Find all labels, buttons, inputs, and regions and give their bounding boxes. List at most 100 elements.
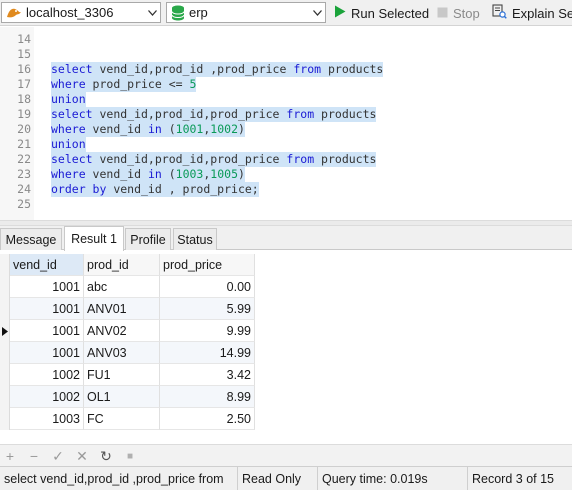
sql-keyword: from — [286, 107, 315, 121]
code-text: select vend_id,prod_id,prod_price from p… — [51, 107, 377, 122]
stop-icon — [437, 6, 448, 21]
editor-line[interactable]: 24 order by vend_id , prod_price; — [0, 182, 572, 197]
cell-prod-price[interactable]: 8.99 — [160, 386, 255, 408]
sql-identifier: products — [321, 62, 384, 76]
sql-identifier: vend_id,prod_id ,prod_price — [92, 62, 294, 76]
delete-row-icon[interactable]: − — [26, 448, 42, 464]
cell-prod-price[interactable]: 3.42 — [160, 364, 255, 386]
editor-line[interactable]: 16 select vend_id,prod_id ,prod_price fro… — [0, 62, 572, 77]
line-number: 20 — [17, 122, 31, 136]
tab-label: Result 1 — [71, 232, 117, 246]
editor-line[interactable]: 15 — [0, 47, 572, 62]
play-icon — [334, 5, 346, 21]
tab-result-1[interactable]: Result 1 — [64, 226, 124, 251]
editor-line[interactable]: 21 union — [0, 137, 572, 152]
sql-number: 1005 — [210, 167, 238, 181]
sql-identifier: products — [314, 107, 377, 121]
cell-prod-price[interactable]: 5.99 — [160, 298, 255, 320]
sql-identifier: ) — [238, 122, 245, 136]
result-grid[interactable]: vend_id prod_id prod_price 1001 abc 0.00 10… — [0, 254, 572, 444]
cell-prod-id[interactable]: FC — [84, 408, 160, 430]
column-header-vend-id[interactable]: vend_id — [10, 254, 84, 276]
sql-keyword: where — [51, 167, 86, 181]
cell-vend-id[interactable]: 1003 — [10, 408, 84, 430]
cell-vend-id[interactable]: 1001 — [10, 276, 84, 298]
chevron-down-icon[interactable] — [309, 3, 325, 22]
sql-identifier: vend_id , prod_price; — [106, 182, 259, 196]
tab-label: Profile — [130, 232, 166, 247]
editor-line[interactable]: 23 where vend_id in (1003,1005) — [0, 167, 572, 182]
add-row-icon[interactable]: + — [2, 448, 18, 464]
editor-line[interactable]: 14 — [0, 32, 572, 47]
chevron-down-icon[interactable] — [144, 3, 160, 22]
cell-vend-id[interactable]: 1002 — [10, 364, 84, 386]
status-bar: select vend_id,prod_id ,prod_price from … — [0, 466, 572, 490]
cell-prod-id[interactable]: ANV03 — [84, 342, 160, 364]
result-tabs: Message Result 1 Profile Status — [0, 226, 572, 251]
stop-button[interactable]: Stop — [437, 3, 480, 23]
run-selected-button[interactable]: Run Selected — [334, 3, 429, 23]
code-text: union — [51, 92, 86, 107]
database-label: erp — [189, 5, 208, 20]
stop-label: Stop — [453, 5, 480, 21]
cell-vend-id[interactable]: 1001 — [10, 320, 84, 342]
explain-icon — [492, 4, 507, 22]
sql-number: 1002 — [210, 122, 238, 136]
cell-prod-id[interactable]: ANV02 — [84, 320, 160, 342]
code-text: order by vend_id , prod_price; — [51, 182, 259, 197]
cell-prod-price[interactable]: 14.99 — [160, 342, 255, 364]
sql-editor[interactable]: 14 15 16 select vend_id,prod_id ,prod_price… — [0, 27, 572, 220]
sql-keyword: select — [51, 107, 93, 121]
sql-identifier: vend_id — [85, 122, 148, 136]
line-number: 21 — [17, 137, 31, 151]
line-number: 22 — [17, 152, 31, 166]
cell-prod-id[interactable]: ANV01 — [84, 298, 160, 320]
editor-line[interactable]: 25 — [0, 197, 572, 212]
refresh-icon[interactable]: ↻ — [98, 448, 114, 464]
cell-prod-price[interactable]: 2.50 — [160, 408, 255, 430]
line-number: 14 — [17, 32, 31, 46]
cell-prod-id[interactable]: FU1 — [84, 364, 160, 386]
sql-identifier: vend_id,prod_id,prod_price — [92, 107, 287, 121]
mysql-connection-icon — [6, 6, 22, 20]
sql-keyword: from — [286, 152, 315, 166]
stop-loading-icon[interactable]: ■ — [122, 448, 138, 464]
cell-prod-id[interactable]: OL1 — [84, 386, 160, 408]
apply-changes-icon[interactable]: ✓ — [50, 448, 66, 464]
line-number: 15 — [17, 47, 31, 61]
line-number: 18 — [17, 92, 31, 106]
line-number: 24 — [17, 182, 31, 196]
column-header-prod-id[interactable]: prod_id — [84, 254, 160, 276]
tab-status[interactable]: Status — [173, 228, 217, 250]
database-select[interactable]: erp — [166, 2, 326, 23]
status-record: Record 3 of 15 — [472, 472, 554, 486]
cell-vend-id[interactable]: 1001 — [10, 298, 84, 320]
explain-button[interactable]: Explain Se — [492, 3, 572, 23]
cell-prod-price[interactable]: 0.00 — [160, 276, 255, 298]
editor-line[interactable]: 18 union — [0, 92, 572, 107]
connection-select[interactable]: localhost_3306 — [1, 2, 161, 23]
cell-vend-id[interactable]: 1002 — [10, 386, 84, 408]
sql-identifier: products — [314, 152, 377, 166]
row-header-column — [0, 254, 10, 430]
cell-prod-price[interactable]: 9.99 — [160, 320, 255, 342]
editor-line[interactable]: 19 select vend_id,prod_id,prod_price from… — [0, 107, 572, 122]
cell-vend-id[interactable]: 1001 — [10, 342, 84, 364]
database-icon — [171, 5, 185, 21]
tab-message[interactable]: Message — [0, 228, 62, 250]
editor-line[interactable]: 22 select vend_id,prod_id,prod_price from… — [0, 152, 572, 167]
editor-line[interactable]: 17 where prod_price <= 5 — [0, 77, 572, 92]
sql-identifier: vend_id,prod_id,prod_price — [92, 152, 287, 166]
sql-number: 5 — [189, 77, 197, 91]
cell-prod-id[interactable]: abc — [84, 276, 160, 298]
tab-label: Status — [177, 232, 213, 247]
explain-label: Explain Se — [512, 5, 572, 21]
tab-profile[interactable]: Profile — [125, 228, 171, 250]
editor-line[interactable]: 20 where vend_id in (1001,1002) — [0, 122, 572, 137]
column-header-prod-price[interactable]: prod_price — [160, 254, 255, 276]
sql-keyword: union — [51, 92, 86, 106]
sql-keyword: select — [51, 62, 93, 76]
discard-changes-icon[interactable]: ✕ — [74, 448, 90, 464]
run-selected-label: Run Selected — [351, 5, 430, 21]
sql-keyword: select — [51, 152, 93, 166]
